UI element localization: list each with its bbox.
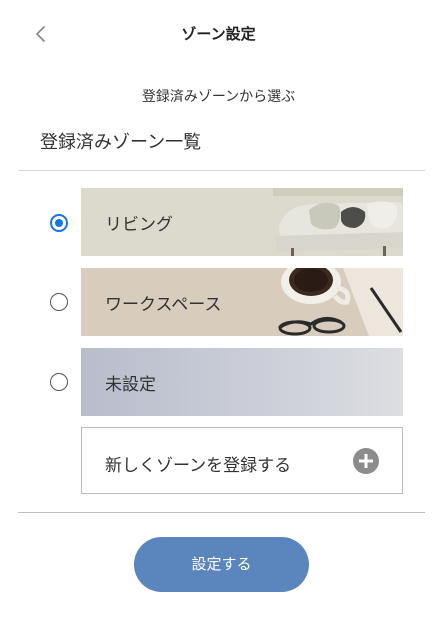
zone-card-living[interactable]: リビング xyxy=(81,188,403,256)
zone-radio-workspace[interactable] xyxy=(50,293,68,311)
subtitle: 登録済みゾーンから選ぶ xyxy=(141,89,296,105)
plus-circle-icon xyxy=(353,448,379,474)
zone-label: ワークスペース xyxy=(105,295,222,315)
submit-button[interactable]: 設定する xyxy=(134,537,309,592)
header: ゾーン設定 xyxy=(0,0,437,68)
zone-label: リビング xyxy=(105,215,173,235)
zone-radio-unset[interactable] xyxy=(50,373,68,391)
register-zone-button[interactable]: 新しくゾーンを登録する xyxy=(81,427,403,494)
divider xyxy=(18,512,425,513)
zone-card-unset[interactable]: 未設定 xyxy=(81,348,403,416)
coffee-desk-image xyxy=(273,268,403,336)
divider xyxy=(18,170,425,171)
sofa-image xyxy=(273,188,403,256)
zone-label: 未設定 xyxy=(105,375,156,395)
section-title: 登録済みゾーン一覧 xyxy=(40,132,202,153)
page-title: ゾーン設定 xyxy=(181,25,256,43)
zone-radio-living[interactable] xyxy=(50,214,68,232)
zone-card-workspace[interactable]: ワークスペース xyxy=(81,268,403,336)
register-zone-label: 新しくゾーンを登録する xyxy=(105,456,292,476)
